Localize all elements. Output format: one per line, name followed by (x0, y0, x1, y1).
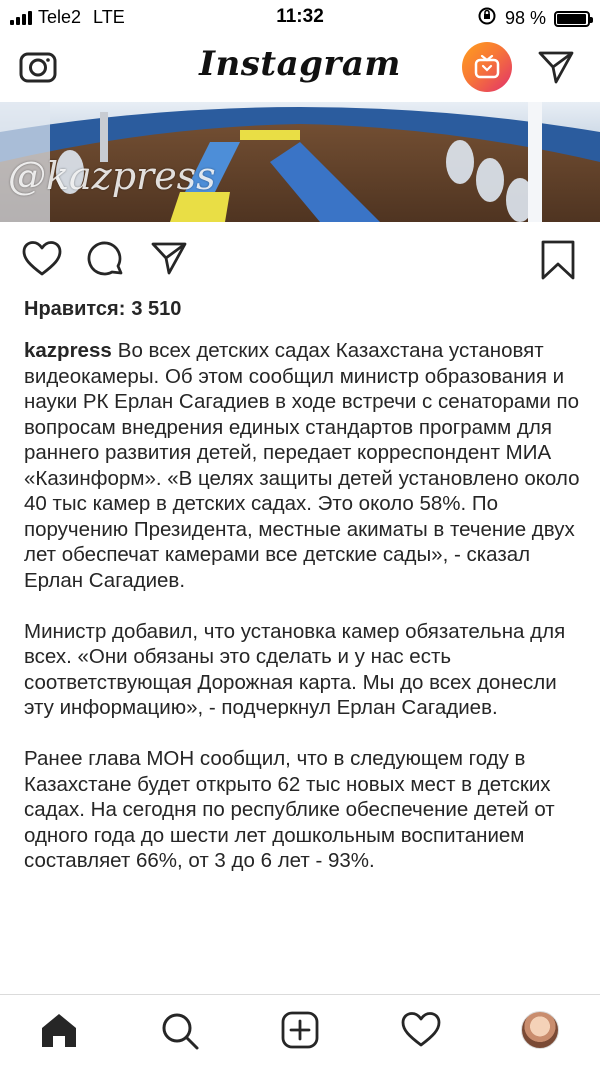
rotation-lock-icon (477, 6, 497, 31)
post-watermark: @kazpress (8, 154, 216, 198)
caption-text-1: Во всех детских садах Казахстана установ… (24, 339, 580, 592)
likes-label: Нравится: (24, 298, 126, 320)
likes-number: 3 510 (131, 298, 182, 320)
battery-percent: 98 % (504, 8, 546, 28)
post-image[interactable]: @kazpress (0, 102, 600, 222)
caption-username[interactable]: kazpress (24, 339, 112, 362)
app-header: Instagram (0, 34, 600, 100)
home-icon[interactable] (40, 1011, 78, 1054)
comment-icon[interactable] (86, 240, 126, 285)
bookmark-icon[interactable] (540, 240, 576, 285)
igtv-icon[interactable] (462, 42, 512, 92)
caption-paragraph-2: Министр добавил, что установка камер обя… (24, 619, 566, 720)
activity-heart-icon[interactable] (401, 1011, 441, 1054)
battery-icon (554, 10, 593, 27)
status-right: 98 % (477, 6, 593, 31)
search-icon[interactable] (160, 1011, 200, 1056)
share-icon[interactable] (150, 240, 188, 281)
caption-paragraph-1: kazpress Во всех детских садах Казахстана… (24, 338, 584, 593)
paper-plane-icon[interactable] (537, 49, 575, 90)
post-caption: kazpress Во всех детских садах Казахстана… (24, 338, 584, 899)
status-bar: Tele2 LTE 11:32 98 % (0, 0, 600, 34)
caption-paragraph-3: Ранее глава МОН сообщил, что в следующем… (24, 747, 555, 872)
profile-avatar[interactable] (521, 1011, 559, 1049)
add-post-icon[interactable] (281, 1011, 319, 1054)
post-actions (0, 230, 600, 290)
likes-count[interactable]: Нравится: 3 510 (24, 298, 181, 321)
bottom-tab-bar (0, 994, 600, 1067)
heart-icon[interactable] (22, 240, 62, 283)
